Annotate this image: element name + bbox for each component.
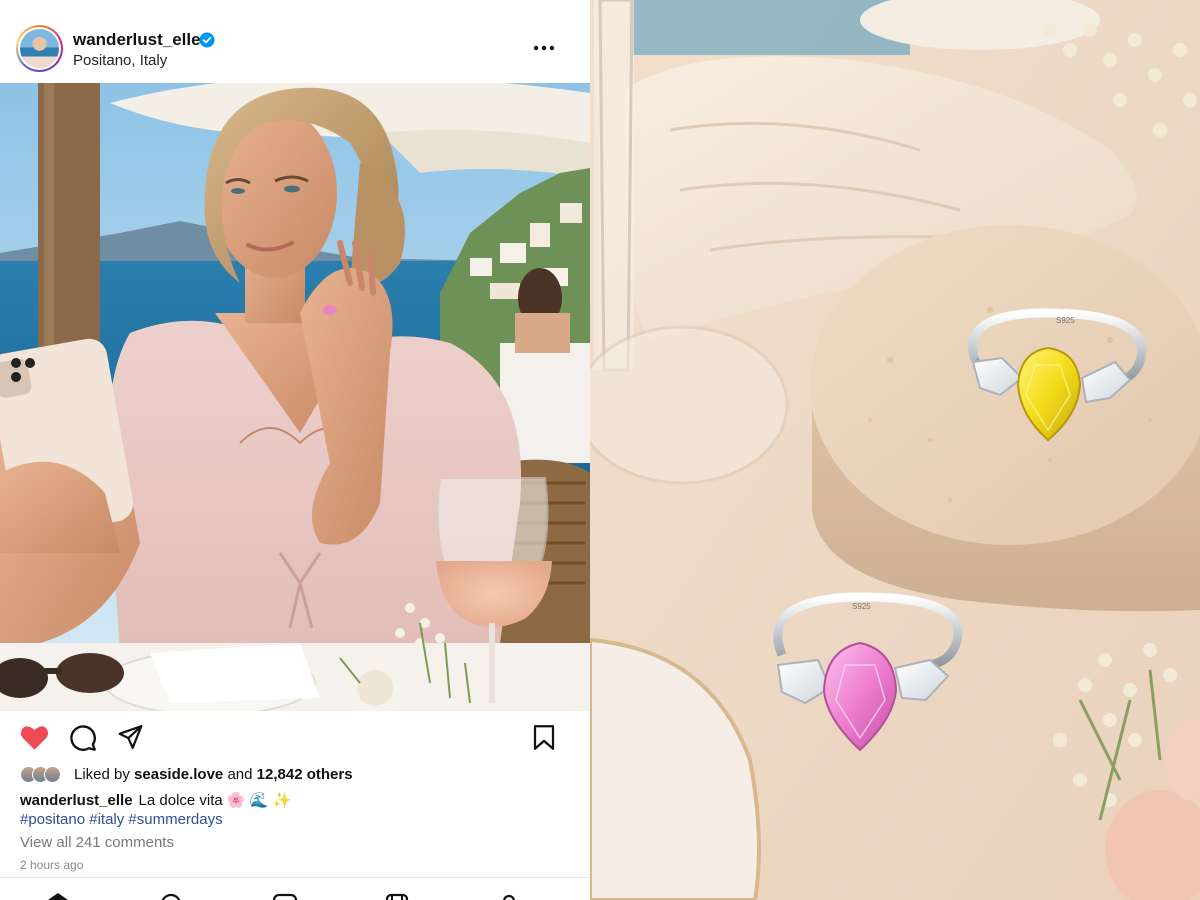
post-timestamp: 2 hours ago (20, 858, 84, 872)
comment-icon[interactable] (69, 724, 97, 752)
post-header: wanderlust_elle Positano, Italy (0, 10, 590, 83)
post-location[interactable]: Positano, Italy (73, 52, 167, 69)
product-photo: S925 S925 (590, 0, 1200, 900)
caption-text: La dolce vita 🌸 🌊 ✨ (138, 792, 292, 809)
likes-summary: Liked by seaside.love and 12,842 others (74, 766, 353, 783)
likes-prefix: Liked by (74, 766, 130, 783)
post-actions-area: Liked by seaside.love and 12,842 others … (0, 711, 590, 900)
shop-icon[interactable] (384, 892, 410, 900)
share-icon[interactable] (117, 724, 144, 750)
post-hashtags[interactable]: #positano #italy #summerdays (20, 811, 223, 828)
post-caption: wanderlust_elle La dolce vita 🌸 🌊 ✨ (20, 791, 291, 809)
bottom-nav (0, 877, 590, 900)
ring-engraving: S925 (1056, 316, 1075, 325)
heart-icon[interactable] (20, 724, 49, 751)
instagram-post-screen: wanderlust_elle Positano, Italy Liked by… (0, 0, 590, 900)
verified-badge-icon (199, 32, 215, 48)
post-username[interactable]: wanderlust_elle (73, 30, 201, 50)
more-options-icon[interactable] (533, 44, 555, 52)
search-icon[interactable] (159, 892, 185, 900)
pink-ring-on-hand (323, 305, 337, 315)
bookmark-icon[interactable] (532, 724, 556, 751)
liked-by-user[interactable]: seaside.love (134, 766, 223, 783)
view-comments-link[interactable]: View all 241 comments (20, 834, 174, 851)
liker-avatar (44, 766, 61, 783)
ring-engraving: S925 (852, 602, 871, 611)
profile-icon[interactable] (496, 892, 522, 900)
post-photo[interactable] (0, 83, 590, 711)
avatar[interactable] (16, 25, 63, 72)
home-icon[interactable] (45, 892, 71, 900)
likes-count[interactable]: 12,842 others (257, 766, 353, 783)
caption-username[interactable]: wanderlust_elle (20, 792, 133, 809)
reels-icon[interactable] (272, 892, 298, 900)
likes-connector: and (227, 766, 253, 783)
status-bar (0, 0, 590, 10)
